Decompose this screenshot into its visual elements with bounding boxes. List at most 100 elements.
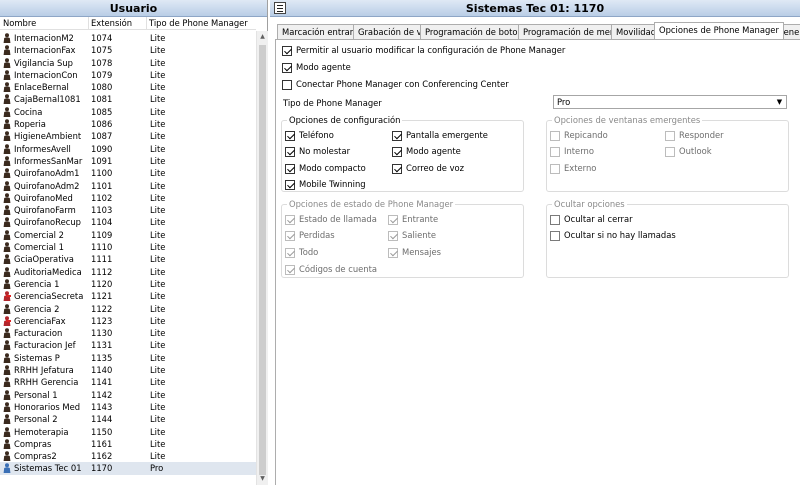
scroll-up-icon[interactable]: ▲ <box>257 31 268 43</box>
user-row[interactable]: GerenciaFax 1123 Lite <box>0 315 256 327</box>
user-row[interactable]: Facturacion Jef 1131 Lite <box>0 339 256 351</box>
user-name: Facturacion <box>14 328 63 339</box>
user-row[interactable]: Honorarios Med 1143 Lite <box>0 401 256 413</box>
user-name: GciaOperativa <box>14 254 74 265</box>
scroll-down-icon[interactable]: ▼ <box>257 473 268 485</box>
user-icon <box>3 70 11 80</box>
user-icon <box>3 156 11 166</box>
user-row[interactable]: HigieneAmbient 1087 Lite <box>0 130 256 142</box>
user-row[interactable]: GciaOperativa 1111 Lite <box>0 253 256 265</box>
user-list-panel: Usuario Nombre Extensión Tipo de Phone M… <box>0 0 268 485</box>
user-extension: 1140 <box>91 365 113 376</box>
user-pm-type: Lite <box>150 377 166 388</box>
user-row[interactable]: QuirofanoMed 1102 Lite <box>0 192 256 204</box>
column-header-extension[interactable]: Extensión <box>91 18 132 29</box>
user-icon <box>3 193 11 203</box>
user-pm-type: Lite <box>150 131 166 142</box>
status-options-title: Opciones de estado de Phone Manager <box>287 199 456 210</box>
user-name: QuirofanoAdm2 <box>14 180 80 191</box>
user-name: InternacionCon <box>14 69 78 80</box>
user-pm-type: Pro <box>150 463 164 474</box>
user-extension: 1100 <box>91 168 113 179</box>
user-pm-type: Lite <box>150 119 166 130</box>
user-row[interactable]: Roperia 1086 Lite <box>0 118 256 130</box>
user-row[interactable]: EnlaceBernal 1080 Lite <box>0 81 256 93</box>
user-row[interactable]: Personal 1 1142 Lite <box>0 389 256 401</box>
user-row[interactable]: Hemoterapia 1150 Lite <box>0 426 256 438</box>
user-pm-type: Lite <box>150 168 166 179</box>
user-pm-type: Lite <box>150 143 166 154</box>
user-row[interactable]: CajaBernal1081 1081 Lite <box>0 93 256 105</box>
scrollbar-thumb[interactable] <box>259 45 266 475</box>
user-extension: 1162 <box>91 451 113 462</box>
chevron-down-icon[interactable]: ▼ <box>775 96 784 108</box>
user-row[interactable]: QuirofanoAdm1 1100 Lite <box>0 167 256 179</box>
user-name: Comercial 2 <box>14 229 64 240</box>
user-row[interactable]: Gerencia 2 1122 Lite <box>0 303 256 315</box>
user-extension: 1122 <box>91 303 113 314</box>
user-icon <box>3 119 11 130</box>
column-separator[interactable] <box>88 17 89 30</box>
user-name: Hemoterapia <box>14 426 69 437</box>
user-extension: 1120 <box>91 278 113 289</box>
user-pm-type: Lite <box>150 303 166 314</box>
user-row[interactable]: Gerencia 1 1120 Lite <box>0 278 256 290</box>
user-row[interactable]: Vigilancia Sup 1078 Lite <box>0 57 256 69</box>
user-extension: 1090 <box>91 143 113 154</box>
user-extension: 1161 <box>91 438 113 449</box>
user-extension: 1078 <box>91 57 113 68</box>
column-header-type[interactable]: Tipo de Phone Manager <box>149 18 248 29</box>
user-list-scrollbar[interactable]: ▲ ▼ <box>256 31 268 485</box>
user-name: Cocina <box>14 106 43 117</box>
user-row[interactable]: QuirofanoAdm2 1101 Lite <box>0 180 256 192</box>
user-row[interactable]: Facturacion 1130 Lite <box>0 327 256 339</box>
phone-manager-type-select[interactable]: Pro ▼ <box>553 95 787 109</box>
user-row[interactable]: Sistemas P 1135 Lite <box>0 352 256 364</box>
user-extension: 1086 <box>91 119 113 130</box>
user-row[interactable]: AuditoriaMedica 1112 Lite <box>0 266 256 278</box>
user-row[interactable]: Comercial 1 1110 Lite <box>0 241 256 253</box>
user-extension: 1079 <box>91 69 113 80</box>
column-header-name[interactable]: Nombre <box>3 18 36 29</box>
user-name: QuirofanoAdm1 <box>14 168 80 179</box>
user-name: Roperia <box>14 119 46 130</box>
user-row[interactable]: Compras2 1162 Lite <box>0 450 256 462</box>
user-row[interactable]: InternacionCon 1079 Lite <box>0 69 256 81</box>
user-row[interactable]: RRHH Jefatura 1140 Lite <box>0 364 256 376</box>
user-pm-type: Lite <box>150 192 166 203</box>
user-row[interactable]: InternacionM2 1074 Lite <box>0 32 256 44</box>
user-name: InformesAvell <box>14 143 71 154</box>
user-extension: 1081 <box>91 94 113 105</box>
user-pm-type: Lite <box>150 414 166 425</box>
user-extension: 1144 <box>91 414 113 425</box>
user-extension: 1102 <box>91 192 113 203</box>
user-pm-type: Lite <box>150 365 166 376</box>
user-icon <box>3 266 11 277</box>
user-row[interactable]: QuirofanoRecup 1104 Lite <box>0 216 256 228</box>
user-pm-type: Lite <box>150 352 166 363</box>
user-row[interactable]: Sistemas Tec 01 1170 Pro <box>0 462 256 475</box>
user-row[interactable]: InternacionFax 1075 Lite <box>0 44 256 56</box>
user-row[interactable]: GerenciaSecreta 1121 Lite <box>0 290 256 302</box>
user-row[interactable]: QuirofanoFarm 1103 Lite <box>0 204 256 216</box>
user-row[interactable]: InformesAvell 1090 Lite <box>0 143 256 155</box>
user-name: Personal 2 <box>14 414 58 425</box>
user-pm-type: Lite <box>150 33 166 43</box>
user-extension: 1101 <box>91 180 113 191</box>
user-row[interactable]: Comercial 2 1109 Lite <box>0 229 256 241</box>
hide-options-group: Ocultar opciones Ocultar al cerrar Ocult… <box>546 199 789 278</box>
user-row[interactable]: Compras 1161 Lite <box>0 438 256 450</box>
user-row[interactable]: InformesSanMar 1091 Lite <box>0 155 256 167</box>
user-list-header: Nombre Extensión Tipo de Phone Manager <box>0 17 256 30</box>
user-icon <box>3 377 11 388</box>
user-extension: 1121 <box>91 291 113 302</box>
user-red-icon <box>3 316 11 326</box>
popup-options-group: Opciones de ventanas emergentes Repicand… <box>546 115 789 192</box>
user-icon <box>3 438 11 449</box>
user-row[interactable]: Cocina 1085 Lite <box>0 106 256 118</box>
column-separator[interactable] <box>146 17 147 30</box>
user-row[interactable]: RRHH Gerencia 1141 Lite <box>0 376 256 388</box>
tab-opciones-phone-manager[interactable]: Opciones de Phone Manager <box>654 22 784 39</box>
menu-icon[interactable] <box>274 2 286 14</box>
user-row[interactable]: Personal 2 1144 Lite <box>0 413 256 425</box>
